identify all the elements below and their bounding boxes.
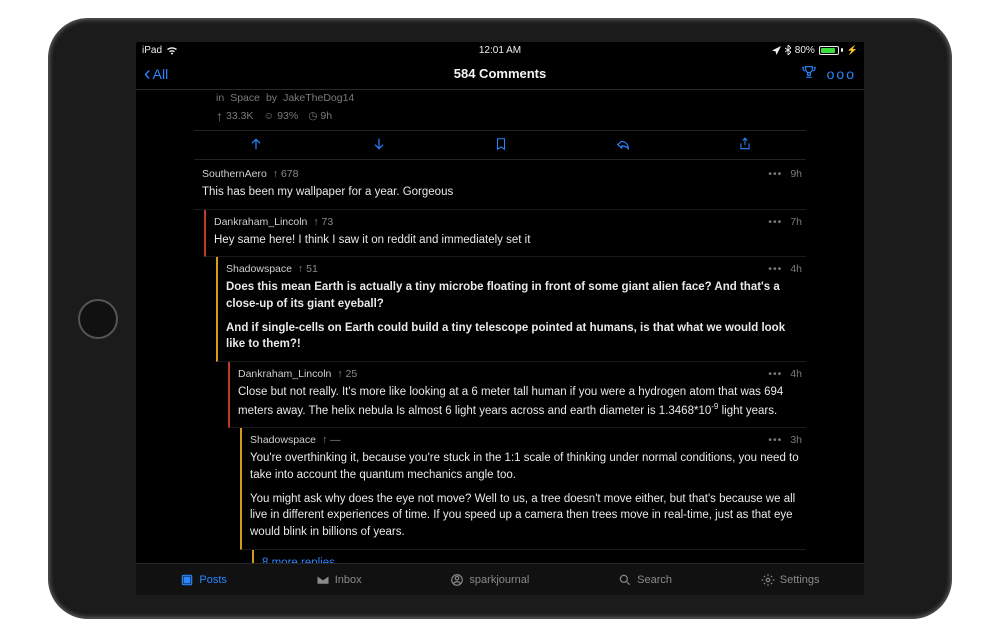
clock: 12:01 AM [136, 45, 864, 56]
more-button[interactable]: ooo [827, 66, 856, 82]
trophy-icon[interactable] [801, 64, 817, 83]
upvote-button[interactable] [248, 136, 264, 155]
comment-age: 9h [790, 168, 802, 180]
tab-posts[interactable]: Posts [180, 573, 227, 587]
comment[interactable]: Shadowspace ↑ 51 ••• 4hDoes this mean Earth… [216, 257, 806, 362]
share-button[interactable] [738, 136, 752, 155]
post-subline: in Space by JakeTheDog14 [136, 90, 864, 108]
tab-profile[interactable]: sparkjournal [450, 573, 529, 587]
tab-search[interactable]: Search [618, 573, 672, 587]
comment-more-icon[interactable]: ••• [768, 368, 782, 380]
wifi-icon [166, 46, 178, 55]
comment-more-icon[interactable]: ••• [768, 434, 782, 446]
battery-icon [819, 46, 843, 55]
status-bar: iPad 12:01 AM 80% ⚡ [136, 42, 864, 58]
tab-bar: Posts Inbox sparkjournal Search Settings [136, 563, 864, 595]
subreddit-link[interactable]: Space [230, 92, 260, 104]
page-title: 584 Comments [136, 66, 864, 81]
comment-score: ↑ 51 [298, 263, 318, 275]
comment-body: You're overthinking it, because you're s… [250, 446, 802, 540]
comment-more-icon[interactable]: ••• [768, 216, 782, 228]
tab-search-label: Search [637, 574, 672, 586]
bluetooth-icon [785, 45, 791, 55]
comment-age: 7h [790, 216, 802, 228]
more-replies-button[interactable]: 8 more replies⌄ [252, 550, 806, 563]
tab-settings[interactable]: Settings [761, 573, 820, 587]
author-link[interactable]: JakeTheDog14 [283, 92, 354, 104]
comment-score: ↑ 25 [337, 368, 357, 380]
comment-score: ↑ 678 [273, 168, 299, 180]
back-button[interactable]: ‹ All [144, 64, 168, 84]
location-icon [772, 46, 781, 55]
comment[interactable]: SouthernAero ↑ 678 ••• 9hThis has been my w… [194, 162, 806, 210]
comment-age: 4h [790, 368, 802, 380]
charging-icon: ⚡ [847, 45, 858, 56]
comment-more-icon[interactable]: ••• [768, 263, 782, 275]
chevron-left-icon: ‹ [144, 64, 151, 84]
save-button[interactable] [494, 136, 508, 155]
in-label: in [216, 92, 224, 104]
nav-bar: ‹ All 584 Comments ooo [136, 58, 864, 90]
comment-age: 4h [790, 263, 802, 275]
tab-settings-label: Settings [780, 574, 820, 586]
downvote-button[interactable] [371, 136, 387, 155]
ipad-frame: iPad 12:01 AM 80% ⚡ [50, 20, 950, 617]
comment-age: 3h [790, 434, 802, 446]
by-label: by [266, 92, 277, 104]
post-age: ◷9h [308, 110, 332, 122]
tab-inbox[interactable]: Inbox [316, 573, 362, 587]
comments-list[interactable]: SouthernAero ↑ 678 ••• 9hThis has been my w… [194, 162, 806, 563]
home-button[interactable] [78, 299, 118, 339]
comment-author[interactable]: SouthernAero [202, 168, 267, 180]
device-label: iPad [142, 45, 162, 56]
comment-body: Close but not really. It's more like loo… [238, 380, 802, 419]
comment-body: Hey same here! I think I saw it on reddi… [214, 228, 802, 249]
comment-author[interactable]: Dankraham_Lincoln [238, 368, 331, 380]
post-stats: ↑33.3K ☺93% ◷9h [136, 108, 864, 130]
back-label: All [153, 66, 169, 82]
comment-author[interactable]: Shadowspace [250, 434, 316, 446]
tab-profile-label: sparkjournal [469, 574, 529, 586]
battery-percent: 80% [795, 45, 815, 56]
comment-score: ↑ — [322, 434, 341, 446]
comment-body: This has been my wallpaper for a year. G… [202, 180, 802, 201]
screen: iPad 12:01 AM 80% ⚡ [136, 42, 864, 595]
tab-inbox-label: Inbox [335, 574, 362, 586]
comment[interactable]: Dankraham_Lincoln ↑ 25 ••• 4hClose but not … [228, 362, 806, 428]
comment-author[interactable]: Shadowspace [226, 263, 292, 275]
tab-posts-label: Posts [199, 574, 227, 586]
comment-author[interactable]: Dankraham_Lincoln [214, 216, 307, 228]
chevron-down-icon: ⌄ [788, 556, 798, 563]
comment-more-icon[interactable]: ••• [768, 168, 782, 180]
comment-score: ↑ 73 [313, 216, 333, 228]
post-actions [194, 130, 806, 160]
reply-button[interactable] [615, 136, 631, 155]
comment[interactable]: Dankraham_Lincoln ↑ 73 ••• 7hHey same here!… [204, 210, 806, 258]
comment[interactable]: Shadowspace ↑ — ••• 3hYou're overthinking i… [240, 428, 806, 549]
comment-body: Does this mean Earth is actually a tiny … [226, 275, 802, 353]
upvote-ratio: ☺93% [263, 110, 298, 122]
score: ↑33.3K [216, 108, 253, 124]
